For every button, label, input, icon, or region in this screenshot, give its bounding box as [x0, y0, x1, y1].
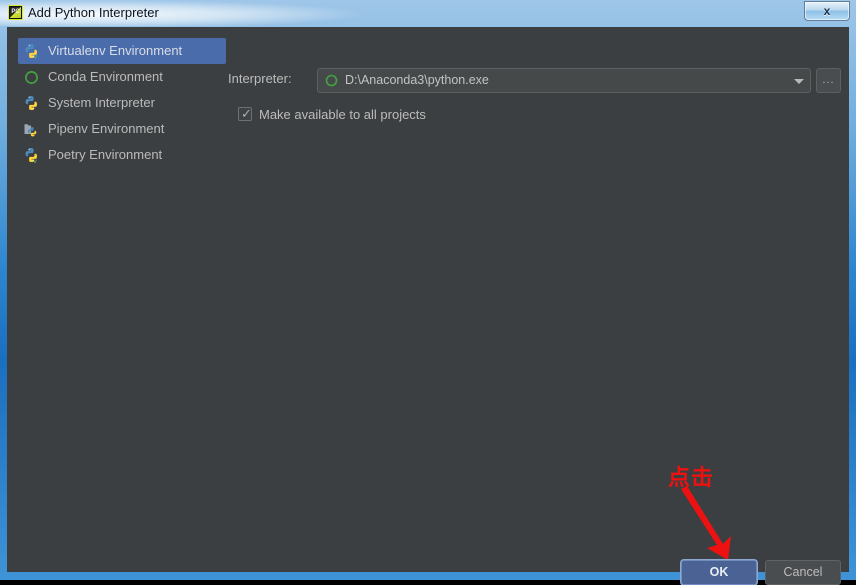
window-title: Add Python Interpreter — [28, 5, 159, 20]
python-icon — [23, 95, 40, 112]
sidebar-item-pipenv-environment[interactable]: Pipenv Environment — [18, 116, 226, 142]
poetry-python-icon: v — [23, 147, 40, 165]
interpreter-label: Interpreter: — [228, 71, 292, 86]
conda-ring-icon — [324, 73, 339, 88]
sidebar-item-label: Pipenv Environment — [48, 121, 165, 136]
sidebar-item-label: Poetry Environment — [48, 147, 163, 162]
dialog-window: PC Add Python Interpreter x v Virtualenv… — [0, 0, 856, 585]
make-available-checkbox[interactable]: ✓ — [238, 106, 252, 121]
close-button[interactable]: x — [804, 1, 850, 21]
sidebar-item-poetry-environment[interactable]: v Poetry Environment — [18, 142, 226, 168]
sidebar-item-label: Conda Environment — [48, 69, 163, 84]
sidebar-item-system-interpreter[interactable]: System Interpreter — [18, 90, 226, 116]
make-available-label: Make available to all projects — [259, 107, 426, 122]
browse-interpreter-button[interactable]: ... — [816, 68, 841, 93]
browse-button-label: ... — [822, 74, 835, 86]
environment-type-list[interactable]: v Virtualenv Environment Conda Environme… — [18, 38, 226, 168]
title-bar: PC Add Python Interpreter x — [0, 0, 856, 26]
python-venv-icon: v — [23, 43, 40, 61]
check-icon: ✓ — [241, 106, 252, 121]
interpreter-path-value: D:\Anaconda3\python.exe — [345, 73, 489, 87]
cancel-button[interactable]: Cancel — [765, 560, 841, 585]
dialog-content: v Virtualenv Environment Conda Environme… — [7, 27, 849, 585]
sidebar-item-label: Virtualenv Environment — [48, 43, 183, 58]
conda-ring-icon — [23, 69, 40, 86]
ok-button[interactable]: OK — [681, 560, 757, 585]
pipenv-icon — [23, 121, 40, 138]
pycharm-icon: PC — [8, 5, 23, 20]
sidebar-item-virtualenv-environment[interactable]: v Virtualenv Environment — [18, 38, 226, 64]
sidebar-item-conda-environment[interactable]: Conda Environment — [18, 64, 226, 90]
down-right-arrow-icon — [667, 482, 747, 564]
chevron-down-icon[interactable] — [788, 70, 809, 91]
svg-text:v: v — [33, 158, 37, 164]
sidebar-item-label: System Interpreter — [48, 95, 155, 110]
svg-text:v: v — [34, 54, 38, 60]
interpreter-combobox[interactable]: D:\Anaconda3\python.exe — [317, 68, 811, 93]
